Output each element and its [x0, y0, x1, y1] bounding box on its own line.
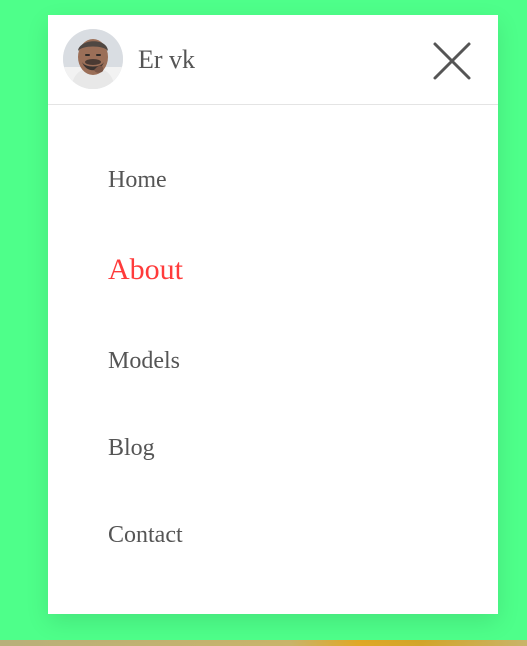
- nav-item-models[interactable]: Models: [108, 346, 180, 376]
- nav-item-home[interactable]: Home: [108, 165, 167, 195]
- menu-header: Er vk: [48, 15, 498, 105]
- close-icon: [433, 42, 471, 80]
- user-name: Er vk: [138, 45, 196, 74]
- nav-item-about[interactable]: About: [108, 252, 183, 288]
- user-photo-icon: [63, 29, 123, 89]
- background-strip: [0, 640, 527, 646]
- close-button[interactable]: [428, 37, 478, 87]
- side-menu-panel: Er vk Home About Models Blog Contact: [48, 15, 498, 614]
- nav-item-blog[interactable]: Blog: [108, 433, 155, 463]
- avatar[interactable]: [63, 29, 123, 89]
- nav-item-contact[interactable]: Contact: [108, 520, 183, 550]
